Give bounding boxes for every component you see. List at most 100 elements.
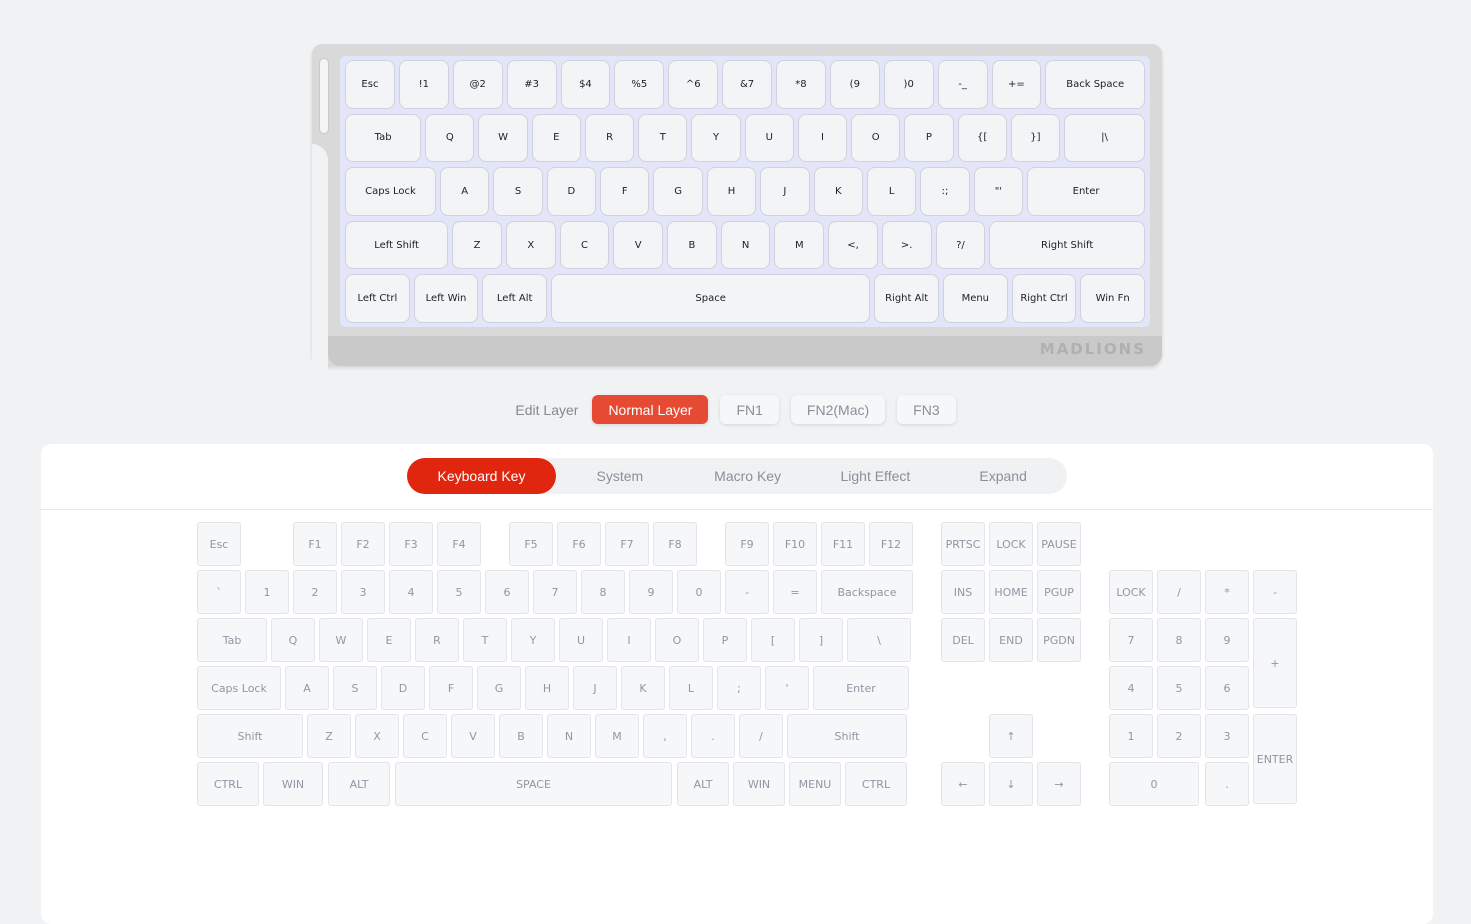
key-symbol[interactable]: "' (973, 167, 1024, 216)
picker-key-3[interactable]: 3 (341, 570, 385, 614)
key-4[interactable]: $4 (560, 60, 611, 109)
picker-key-symbol[interactable]: = (773, 570, 817, 614)
key-symbol[interactable]: += (991, 60, 1042, 109)
key-5[interactable]: %5 (614, 60, 665, 109)
key-1[interactable]: !1 (398, 60, 449, 109)
picker-key-symbol[interactable]: , (643, 714, 687, 758)
picker-key-backspace[interactable]: Backspace (821, 570, 913, 614)
picker-key-8[interactable]: 8 (581, 570, 625, 614)
key-symbol[interactable]: |\ (1064, 113, 1146, 163)
picker-key-f3[interactable]: F3 (389, 522, 433, 566)
key-d[interactable]: D (546, 167, 597, 216)
key-back-space[interactable]: Back Space (1045, 60, 1146, 109)
picker-key-q[interactable]: Q (271, 618, 315, 662)
key-esc[interactable]: Esc (345, 60, 395, 109)
picker-key-symbol[interactable]: + (1253, 618, 1297, 708)
key-y[interactable]: Y (691, 113, 741, 163)
key-e[interactable]: E (531, 113, 581, 163)
key-3[interactable]: #3 (506, 60, 557, 109)
picker-key-alt[interactable]: ALT (328, 762, 390, 806)
picker-key-del[interactable]: DEL (941, 618, 985, 662)
key-l[interactable]: L (866, 167, 917, 216)
picker-key-lock[interactable]: LOCK (1109, 570, 1153, 614)
picker-key-ins[interactable]: INS (941, 570, 985, 614)
picker-key-f2[interactable]: F2 (341, 522, 385, 566)
picker-key-caps-lock[interactable]: Caps Lock (197, 666, 281, 710)
picker-key-d[interactable]: D (381, 666, 425, 710)
picker-key-symbol[interactable]: \ (847, 618, 911, 662)
picker-key-pause[interactable]: PAUSE (1037, 522, 1081, 566)
key-f[interactable]: F (600, 167, 650, 216)
picker-key-9[interactable]: 9 (1205, 618, 1249, 662)
key-0[interactable]: )0 (883, 60, 934, 109)
picker-key-a[interactable]: A (285, 666, 329, 710)
picker-key-x[interactable]: X (355, 714, 399, 758)
picker-key-b[interactable]: B (499, 714, 543, 758)
key-b[interactable]: B (667, 220, 717, 270)
picker-key-lock[interactable]: LOCK (989, 522, 1033, 566)
picker-key-symbol[interactable]: / (739, 714, 783, 758)
picker-key-symbol[interactable]: → (1037, 762, 1081, 806)
picker-key-home[interactable]: HOME (989, 570, 1033, 614)
key-h[interactable]: H (706, 167, 757, 216)
tab-expand[interactable]: Expand (939, 458, 1067, 494)
picker-key-symbol[interactable]: ` (197, 570, 241, 614)
picker-key-j[interactable]: J (573, 666, 617, 710)
tab-system[interactable]: System (556, 458, 684, 494)
picker-key-symbol[interactable]: / (1157, 570, 1201, 614)
picker-key-o[interactable]: O (655, 618, 699, 662)
picker-key-5[interactable]: 5 (437, 570, 481, 614)
picker-key-f4[interactable]: F4 (437, 522, 481, 566)
picker-key-symbol[interactable]: . (1205, 762, 1249, 806)
picker-key-win[interactable]: WIN (263, 762, 323, 806)
picker-key-r[interactable]: R (415, 618, 459, 662)
picker-key-f10[interactable]: F10 (773, 522, 817, 566)
picker-key-shift[interactable]: Shift (197, 714, 303, 758)
key-r[interactable]: R (584, 113, 635, 163)
key-menu[interactable]: Menu (942, 274, 1008, 323)
layer-fn2-mac[interactable]: FN2(Mac) (790, 395, 886, 424)
picker-key-w[interactable]: W (319, 618, 363, 662)
key-s[interactable]: S (493, 167, 543, 216)
picker-key-c[interactable]: C (403, 714, 447, 758)
picker-key-enter[interactable]: Enter (813, 666, 909, 710)
key-q[interactable]: Q (425, 113, 475, 163)
picker-key-m[interactable]: M (595, 714, 639, 758)
picker-key-symbol[interactable]: - (725, 570, 769, 614)
picker-key-symbol[interactable]: ' (765, 666, 809, 710)
picker-key-f7[interactable]: F7 (605, 522, 649, 566)
picker-key-s[interactable]: S (333, 666, 377, 710)
key-u[interactable]: U (744, 113, 794, 163)
picker-key-alt[interactable]: ALT (677, 762, 729, 806)
key-right-ctrl[interactable]: Right Ctrl (1011, 274, 1077, 323)
key-8[interactable]: *8 (776, 60, 826, 109)
key-t[interactable]: T (638, 113, 688, 163)
picker-key-0[interactable]: 0 (677, 570, 721, 614)
layer-normal-layer[interactable]: Normal Layer (592, 395, 709, 424)
picker-key-symbol[interactable]: ← (941, 762, 985, 806)
picker-key-symbol[interactable]: - (1253, 570, 1297, 614)
key-i[interactable]: I (797, 113, 848, 163)
picker-key-f11[interactable]: F11 (821, 522, 865, 566)
picker-key-0[interactable]: 0 (1109, 762, 1199, 806)
picker-key-symbol[interactable]: . (691, 714, 735, 758)
picker-key-symbol[interactable]: ] (799, 618, 843, 662)
picker-key-symbol[interactable]: [ (751, 618, 795, 662)
picker-key-p[interactable]: P (703, 618, 747, 662)
key-space[interactable]: Space (551, 274, 871, 323)
key-n[interactable]: N (720, 220, 771, 270)
picker-key-f9[interactable]: F9 (725, 522, 769, 566)
picker-key-y[interactable]: Y (511, 618, 555, 662)
key-7[interactable]: &7 (722, 60, 772, 109)
picker-key-space[interactable]: SPACE (395, 762, 672, 806)
picker-key-end[interactable]: END (989, 618, 1033, 662)
picker-key-u[interactable]: U (559, 618, 603, 662)
picker-key-menu[interactable]: MENU (789, 762, 841, 806)
picker-key-ctrl[interactable]: CTRL (845, 762, 907, 806)
key-v[interactable]: V (613, 220, 664, 270)
picker-key-4[interactable]: 4 (389, 570, 433, 614)
picker-key-prtsc[interactable]: PRTSC (941, 522, 985, 566)
picker-key-shift[interactable]: Shift (787, 714, 907, 758)
layer-fn1[interactable]: FN1 (720, 395, 779, 424)
picker-key-z[interactable]: Z (307, 714, 351, 758)
